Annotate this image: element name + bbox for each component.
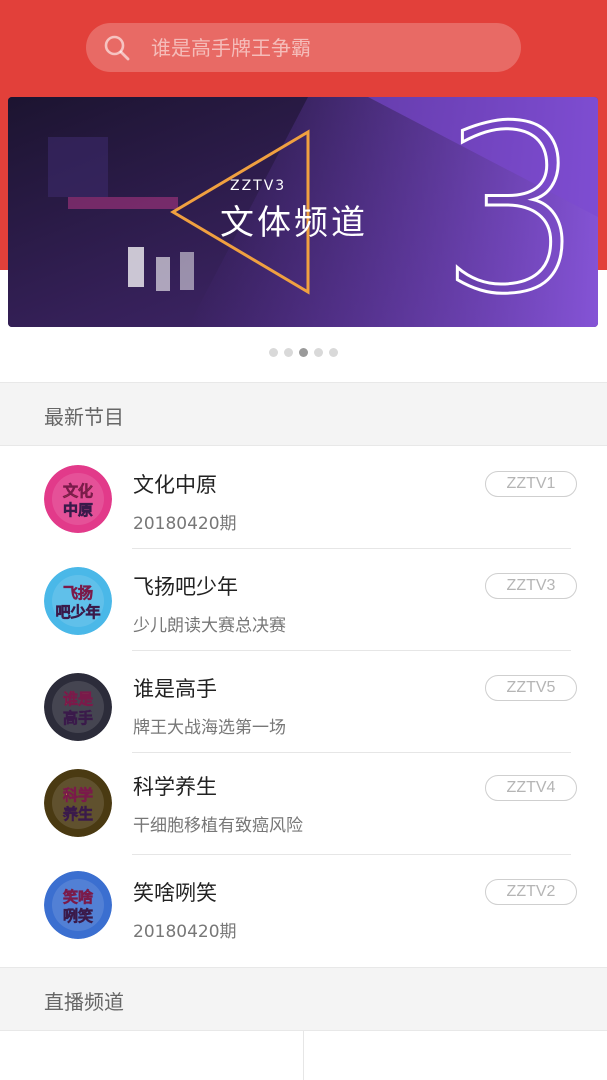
program-thumbnail: 科学 养生	[44, 769, 112, 837]
svg-text:吧少年: 吧少年	[55, 603, 100, 621]
svg-text:飞扬: 飞扬	[63, 584, 93, 602]
banner-title: 文体频道	[220, 203, 368, 243]
banner-carousel[interactable]: ZZTV3 文体频道 3	[8, 97, 598, 327]
program-thumbnail: 笑啥 咧笑	[44, 871, 112, 939]
program-list: 文化 中原 文化中原 20180420期 ZZTV1 飞扬 吧少年 飞扬吧少年 少儿朗读大赛总决…	[0, 447, 607, 957]
svg-text:养生: 养生	[62, 805, 93, 823]
svg-text:科学: 科学	[63, 786, 93, 804]
program-title: 科学养生	[133, 775, 217, 799]
live-channel-grid	[0, 1031, 607, 1080]
search-icon	[104, 35, 130, 61]
svg-text:中原: 中原	[63, 501, 93, 519]
channel-badge: ZZTV3	[485, 573, 577, 599]
program-title: 文化中原	[133, 473, 217, 497]
carousel-dot[interactable]	[284, 348, 293, 357]
carousel-dot[interactable]	[329, 348, 338, 357]
program-episode: 20180420期	[133, 922, 237, 942]
carousel-dot[interactable]	[269, 348, 278, 357]
program-thumbnail: 谁是 高手	[44, 673, 112, 741]
channel-badge: ZZTV4	[485, 775, 577, 801]
svg-text:文化: 文化	[63, 482, 93, 500]
carousel-dot[interactable]	[299, 348, 308, 357]
program-thumbnail: 文化 中原	[44, 465, 112, 533]
carousel-dot[interactable]	[314, 348, 323, 357]
svg-text:咧笑: 咧笑	[63, 907, 93, 925]
banner-number: 3	[438, 97, 587, 327]
svg-text:笑啥: 笑啥	[63, 888, 94, 906]
program-row[interactable]: 文化 中原 文化中原 20180420期 ZZTV1	[0, 447, 607, 549]
channel-badge: ZZTV5	[485, 675, 577, 701]
program-title: 谁是高手	[133, 677, 217, 701]
search-input[interactable]	[151, 23, 511, 72]
program-row[interactable]: 笑啥 咧笑 笑啥咧笑 20180420期 ZZTV2	[0, 855, 607, 957]
program-episode: 牌王大战海选第一场	[133, 718, 286, 738]
section-header-latest: 最新节目	[0, 382, 607, 446]
banner-subtitle: ZZTV3	[230, 178, 287, 194]
channel-badge: ZZTV1	[485, 471, 577, 497]
grid-divider	[303, 1031, 304, 1080]
program-episode: 20180420期	[133, 514, 237, 534]
program-row[interactable]: 科学 养生 科学养生 干细胞移植有致癌风险 ZZTV4	[0, 753, 607, 855]
program-row[interactable]: 飞扬 吧少年 飞扬吧少年 少儿朗读大赛总决赛 ZZTV3	[0, 549, 607, 651]
program-row[interactable]: 谁是 高手 谁是高手 牌王大战海选第一场 ZZTV5	[0, 651, 607, 753]
program-thumbnail: 飞扬 吧少年	[44, 567, 112, 635]
svg-text:高手: 高手	[63, 709, 93, 727]
section-title-latest: 最新节目	[44, 405, 124, 429]
program-title: 飞扬吧少年	[133, 575, 238, 599]
search-bar[interactable]	[86, 23, 521, 72]
program-episode: 干细胞移植有致癌风险	[133, 816, 303, 836]
section-title-live: 直播频道	[44, 990, 124, 1014]
channel-badge: ZZTV2	[485, 879, 577, 905]
carousel-indicator	[0, 348, 607, 358]
program-episode: 少儿朗读大赛总决赛	[133, 616, 286, 636]
section-header-live: 直播频道	[0, 967, 607, 1031]
program-title: 笑啥咧笑	[133, 881, 217, 905]
svg-text:谁是: 谁是	[63, 690, 94, 708]
